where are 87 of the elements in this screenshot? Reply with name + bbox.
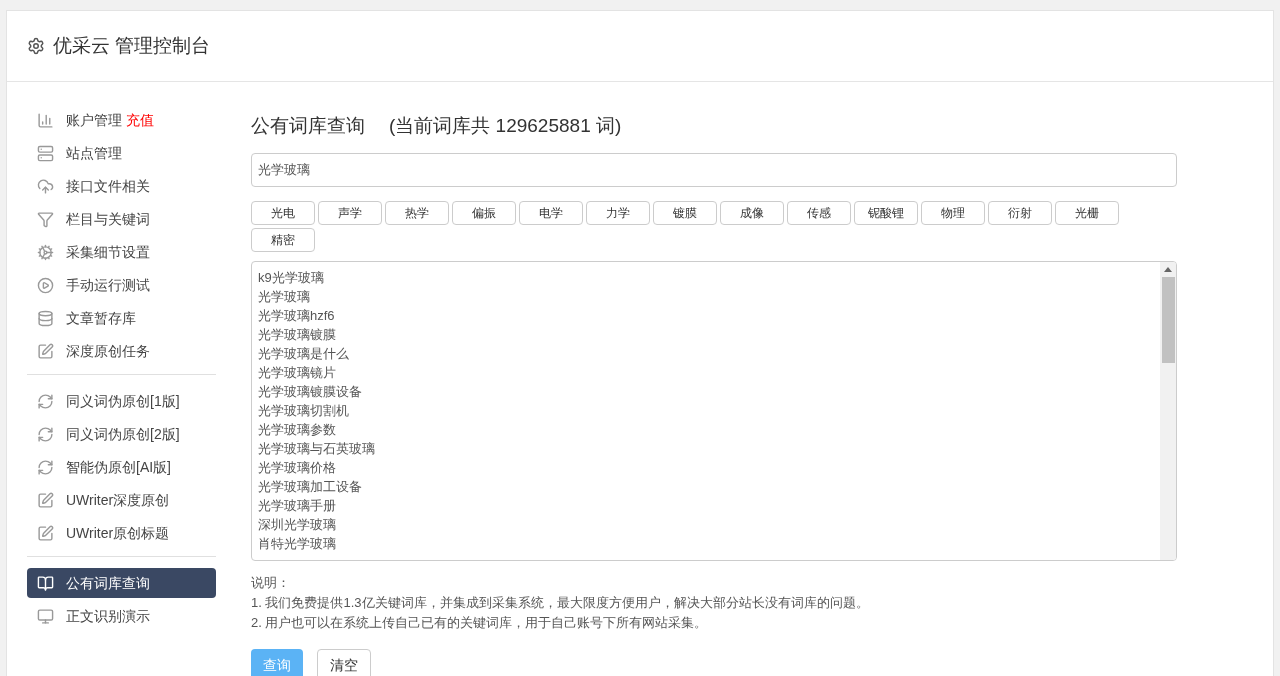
result-item[interactable]: 光学玻璃加工设备 [258, 476, 1160, 496]
sidebar-item[interactable]: 同义词伪原创[2版] [27, 419, 216, 449]
sidebar-item[interactable]: UWriter深度原创 [27, 485, 216, 515]
tag-button[interactable]: 光栅 [1055, 200, 1119, 225]
tag-button[interactable]: 铌酸锂 [854, 200, 918, 225]
clear-button[interactable]: 清空 [317, 648, 371, 676]
result-item[interactable]: 光学玻璃镀膜 [258, 324, 1160, 344]
result-item[interactable]: 光学玻璃 [258, 286, 1160, 306]
tag-button[interactable]: 传感 [787, 200, 851, 225]
sidebar-item[interactable]: 接口文件相关 [27, 171, 216, 201]
sidebar-label: 正文识别演示 [66, 607, 150, 626]
sidebar-item[interactable]: 深度原创任务 [27, 336, 216, 366]
result-item[interactable]: 光学玻璃是什么 [258, 343, 1160, 363]
tag-button[interactable]: 衍射 [988, 200, 1052, 225]
tag-button[interactable]: 声学 [318, 200, 382, 225]
database-icon [37, 309, 54, 327]
sidebar-label: 账户管理 [66, 111, 122, 130]
result-item[interactable]: 肖特光学玻璃 [258, 533, 1160, 553]
tag-button[interactable]: 镀膜 [653, 200, 717, 225]
tag-button[interactable]: 物理 [921, 200, 985, 225]
result-item[interactable]: 光学玻璃手册 [258, 495, 1160, 515]
sidebar-item[interactable]: 采集细节设置 [27, 237, 216, 267]
refresh-icon [37, 392, 54, 410]
page-title: 公有词库查询 [251, 114, 365, 138]
cloud-upload-icon [37, 177, 54, 195]
settings-icon [27, 37, 45, 55]
tag-button[interactable]: 精密 [251, 227, 315, 252]
search-field[interactable]: 光学玻璃 [251, 152, 1177, 187]
word-count: (当前词库共 129625881 词) [389, 114, 622, 138]
sidebar-item[interactable]: 账户管理 充值 [27, 105, 216, 135]
edit-icon [37, 342, 54, 360]
result-item[interactable]: 深圳光学玻璃 [258, 514, 1160, 534]
note-text: 2. 用户也可以在系统上传自己已有的关键词库，用于自己账号下所有网站采集。 [251, 613, 709, 632]
sidebar-label: 栏目与关键词 [66, 210, 150, 229]
sidebar-item[interactable]: 同义词伪原创[1版] [27, 386, 216, 416]
refresh-icon [37, 425, 54, 443]
sidebar-label: 同义词伪原创[1版] [66, 392, 180, 411]
result-item[interactable]: 光学玻璃镀膜设备 [258, 381, 1160, 401]
result-item[interactable]: 光学玻璃镜片 [258, 362, 1160, 382]
tag-button[interactable]: 偏振 [452, 200, 516, 225]
tag-button[interactable]: 电学 [519, 200, 583, 225]
server-icon [37, 144, 54, 162]
sidebar-label: 采集细节设置 [66, 243, 150, 262]
sidebar-item[interactable]: 站点管理 [27, 138, 216, 168]
sidebar-label: 文章暂存库 [66, 309, 136, 328]
sidebar-label: 接口文件相关 [66, 177, 150, 196]
edit-icon [37, 491, 54, 509]
sidebar-item[interactable]: 正文识别演示 [27, 601, 216, 631]
sidebar-label: 公有词库查询 [66, 574, 150, 593]
recharge-link[interactable]: 充值 [126, 110, 154, 130]
console-title: 优采云 管理控制台 [53, 33, 211, 58]
result-item[interactable]: 光学玻璃参数 [258, 419, 1160, 439]
tag-button[interactable]: 力学 [586, 200, 650, 225]
note-text: 1. 我们免费提供1.3亿关键词库，并集成到采集系统，最大限度方便用户，解决大部分站长没有词库的问题。 [251, 593, 870, 612]
filter-icon [37, 210, 54, 228]
book-icon [37, 574, 54, 592]
note-text: 说明： [251, 573, 291, 592]
sidebar-label: 深度原创任务 [66, 342, 150, 361]
tag-button[interactable]: 光电 [251, 200, 315, 225]
sidebar-label: UWriter原创标题 [66, 524, 170, 543]
result-item[interactable]: k9光学玻璃 [258, 267, 1160, 287]
result-item[interactable]: 光学玻璃切割机 [258, 400, 1160, 420]
play-icon [37, 276, 54, 294]
sidebar-label: 站点管理 [66, 144, 122, 163]
gears-icon [37, 243, 54, 261]
sidebar-label: 手动运行测试 [66, 276, 150, 295]
sidebar-label: 智能伪原创[AI版] [66, 458, 171, 477]
monitor-icon [37, 607, 54, 625]
sidebar-item[interactable]: UWriter原创标题 [27, 518, 216, 548]
edit-icon [37, 524, 54, 542]
sidebar-item[interactable]: 智能伪原创[AI版] [27, 452, 216, 482]
tag-button[interactable]: 成像 [720, 200, 784, 225]
scroll-up-icon[interactable] [1164, 266, 1172, 272]
tag-button[interactable]: 热学 [385, 200, 449, 225]
sidebar-item[interactable]: 栏目与关键词 [27, 204, 216, 234]
scrollbar-track[interactable] [1160, 261, 1176, 560]
refresh-icon [37, 458, 54, 476]
result-item[interactable]: 光学玻璃价格 [258, 457, 1160, 477]
scrollbar-thumb[interactable] [1161, 276, 1175, 363]
sidebar-item[interactable]: 公有词库查询 [27, 568, 216, 598]
sidebar-label: 同义词伪原创[2版] [66, 425, 180, 444]
bar-chart-icon [37, 111, 54, 129]
result-item[interactable]: 光学玻璃与石英玻璃 [258, 438, 1160, 458]
sidebar-item[interactable]: 文章暂存库 [27, 303, 216, 333]
result-item[interactable]: 光学玻璃hzf6 [258, 305, 1160, 325]
sidebar-label: UWriter深度原创 [66, 491, 170, 510]
sidebar-item[interactable]: 手动运行测试 [27, 270, 216, 300]
